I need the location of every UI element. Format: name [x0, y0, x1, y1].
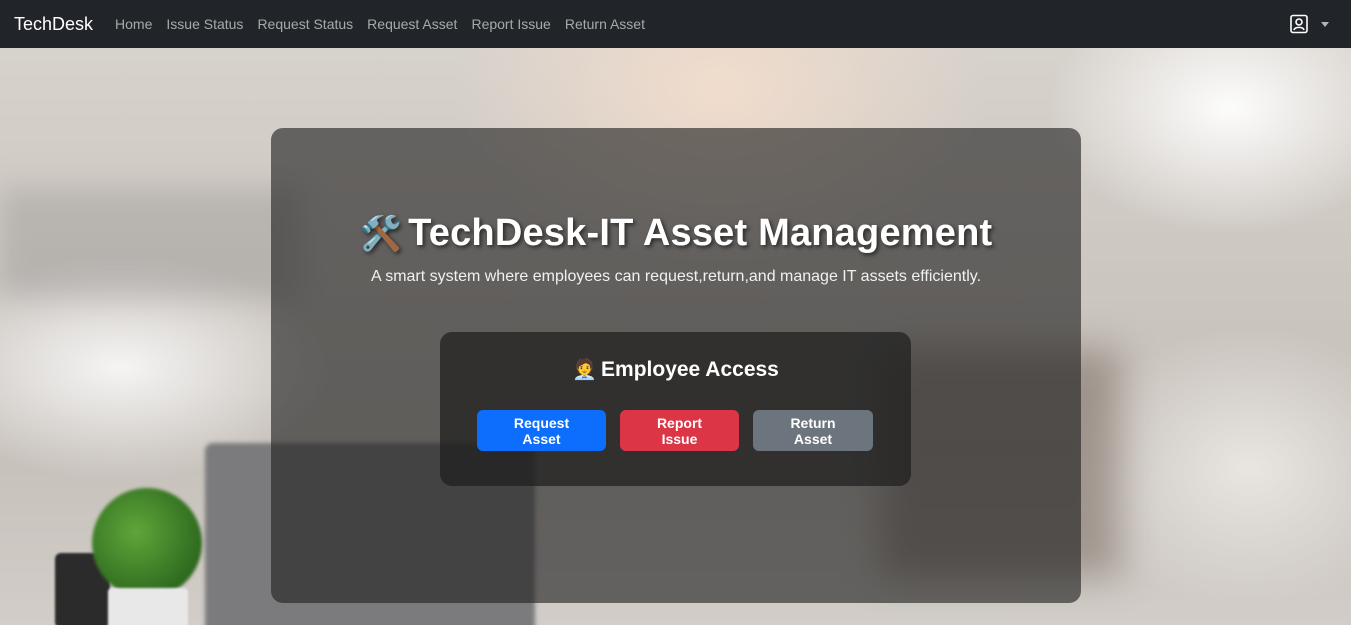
employee-access-title: 🧑‍💼 Employee Access	[440, 358, 911, 382]
nav-link-report-issue[interactable]: Report Issue	[471, 16, 550, 32]
employee-access-panel: 🧑‍💼 Employee Access Request Asset Report…	[440, 332, 911, 486]
nav-links: Home Issue Status Request Status Request…	[115, 16, 645, 32]
nav-link-request-status[interactable]: Request Status	[257, 16, 353, 32]
background-plant	[92, 488, 202, 598]
page-subtitle: A smart system where employees can reque…	[370, 268, 982, 285]
employee-access-title-text: Employee Access	[601, 358, 779, 381]
background-shelf	[0, 188, 300, 298]
tools-icon: 🛠️	[359, 214, 403, 253]
top-navbar: TechDesk Home Issue Status Request Statu…	[0, 0, 1351, 48]
nav-link-request-asset[interactable]: Request Asset	[367, 16, 457, 32]
nav-link-return-asset[interactable]: Return Asset	[565, 16, 645, 32]
nav-link-home[interactable]: Home	[115, 16, 152, 32]
return-asset-button[interactable]: Return Asset	[753, 410, 873, 451]
user-contact-icon[interactable]	[1289, 14, 1309, 34]
request-asset-button[interactable]: Request Asset	[477, 410, 606, 451]
page-title: 🛠️ TechDesk-IT Asset Management	[271, 212, 1081, 255]
nav-link-issue-status[interactable]: Issue Status	[166, 16, 243, 32]
access-button-row: Request Asset Report Issue Return Asset	[477, 410, 873, 451]
hero-card: 🛠️ TechDesk-IT Asset Management A smart …	[271, 128, 1081, 603]
report-issue-button[interactable]: Report Issue	[620, 410, 739, 451]
office-worker-icon: 🧑‍💼	[572, 359, 598, 381]
background-plant-pot	[108, 588, 188, 625]
brand-logo-link[interactable]: TechDesk	[14, 14, 93, 35]
caret-down-icon[interactable]	[1321, 21, 1329, 27]
page-title-text: TechDesk-IT Asset Management	[408, 212, 993, 254]
user-menu[interactable]	[1289, 14, 1329, 34]
